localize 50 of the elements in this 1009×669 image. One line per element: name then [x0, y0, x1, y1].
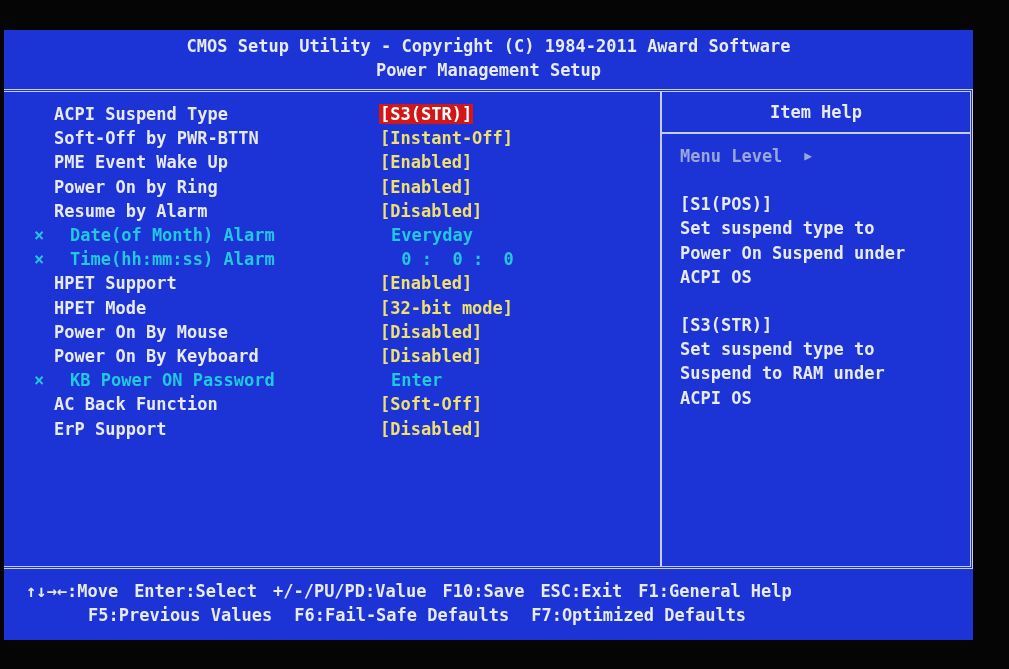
- unavailable-mark: ×: [34, 225, 45, 246]
- help-text: Set suspend type to: [680, 338, 876, 362]
- help-heading: [S3(STR)]: [680, 314, 774, 337]
- unavailable-mark: ×: [34, 249, 45, 270]
- unavailable-mark: ×: [34, 370, 45, 391]
- setting-label: Power On By Mouse: [54, 321, 229, 342]
- key-hint: Enter:Select: [134, 580, 257, 603]
- setting-value[interactable]: [Disabled]: [379, 200, 484, 221]
- help-title: Item Help: [662, 92, 970, 134]
- menu-level-label: Menu Level: [680, 145, 783, 168]
- key-hint: F7:Optimized Defaults: [531, 604, 747, 627]
- key-hint: F1:General Help: [638, 580, 792, 603]
- setting-label: ErP Support: [54, 418, 168, 439]
- setting-label: HPET Mode: [54, 297, 148, 318]
- setting-label: Date(of Month) Alarm: [69, 225, 276, 246]
- key-hint: ESC:Exit: [540, 580, 623, 603]
- setting-value[interactable]: [Disabled]: [379, 345, 484, 366]
- utility-title: CMOS Setup Utility - Copyright (C) 1984-2011 Award Software: [186, 35, 791, 58]
- setting-value[interactable]: [Instant-Off]: [379, 128, 515, 149]
- setting-label: Soft-Off by PWR-BTTN: [54, 128, 260, 149]
- help-text: Power On Suspend under: [680, 241, 907, 265]
- key-hint: +/-/PU/PD:Value: [272, 580, 427, 603]
- help-text: Set suspend type to: [680, 217, 876, 241]
- key-hint: ↑↓→←:Move: [26, 580, 119, 603]
- setting-label: AC Back Function: [54, 394, 219, 415]
- setting-label: Time(hh:mm:ss) Alarm: [69, 249, 276, 270]
- key-hint: F10:Save: [442, 580, 525, 603]
- setting-label: ACPI Suspend Type: [54, 104, 229, 125]
- key-hint: F6:Fail-Safe Defaults: [294, 604, 510, 627]
- setting-value[interactable]: [Disabled]: [379, 321, 484, 342]
- setting-label: KB Power ON Password: [69, 370, 276, 391]
- page-title: Power Management Setup: [375, 59, 602, 82]
- setting-value[interactable]: [Enabled]: [379, 176, 474, 197]
- menu-level-arrow: ▶: [804, 147, 813, 165]
- setting-label: HPET Support: [54, 273, 178, 294]
- setting-label: Power On by Ring: [54, 176, 219, 197]
- help-heading: [S1(POS)]: [680, 193, 774, 217]
- setting-value[interactable]: [Soft-Off]: [379, 394, 484, 415]
- help-text: Suspend to RAM under: [680, 362, 886, 386]
- setting-value[interactable]: [S3(STR)]: [379, 104, 474, 125]
- setting-value[interactable]: [Disabled]: [379, 418, 484, 439]
- setting-label: Power On By Keyboard: [54, 345, 260, 366]
- setting-label: Resume by Alarm: [54, 200, 209, 221]
- setting-value[interactable]: [Enabled]: [379, 152, 474, 173]
- setting-label: PME Event Wake Up: [54, 152, 229, 173]
- key-hint: F5:Previous Values: [88, 604, 273, 627]
- setting-value[interactable]: [32-bit mode]: [379, 297, 515, 318]
- help-text: ACPI OS: [680, 265, 753, 289]
- setting-value[interactable]: [Enabled]: [379, 273, 474, 294]
- help-text: ACPI OS: [680, 386, 753, 410]
